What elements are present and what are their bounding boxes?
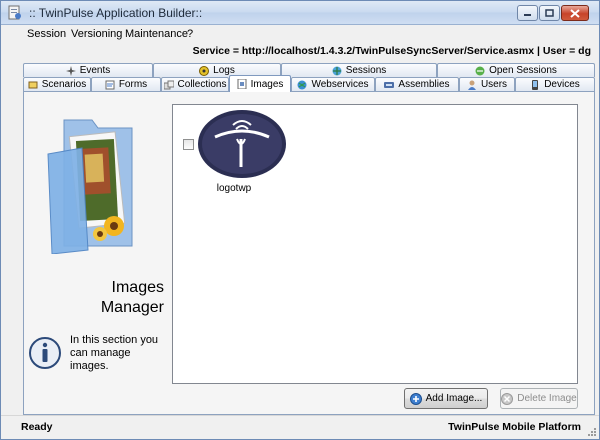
info-icon [29, 337, 61, 369]
assemblies-icon [384, 81, 395, 88]
tab-open-sessions[interactable]: Open Sessions [437, 63, 595, 77]
add-icon [409, 392, 422, 405]
maximize-icon [545, 9, 554, 17]
minimize-icon [524, 14, 531, 16]
menu-bar: Session Versioning Maintenance ? [1, 25, 599, 43]
minimize-button[interactable] [517, 5, 538, 21]
image-label: logotwp [216, 183, 252, 194]
close-icon [570, 8, 580, 18]
tab-events[interactable]: Events [23, 63, 153, 77]
info-description: In this section you can manage images. [70, 334, 159, 372]
tab-images[interactable]: Images [229, 75, 291, 92]
images-panel: Images Manager In this section you can m… [23, 91, 595, 415]
folder-illustration [47, 119, 133, 254]
collections-icon [163, 80, 174, 89]
devices-icon [532, 79, 539, 90]
images-icon [237, 79, 247, 89]
open-sessions-icon [475, 66, 485, 75]
app-window: :: TwinPulse Application Builder:: Sessi… [0, 0, 600, 440]
status-text: Ready [21, 421, 53, 433]
add-image-button[interactable]: Add Image... [404, 388, 488, 409]
tab-label: Users [480, 79, 508, 90]
webservices-icon [297, 80, 307, 89]
manager-title-line1: Images [111, 279, 164, 296]
tab-forms[interactable]: Forms [91, 77, 161, 91]
tab-label: Scenarios [41, 79, 87, 90]
tab-users[interactable]: Users [459, 77, 515, 91]
tab-collections[interactable]: Collections [161, 77, 229, 91]
tab-row-bottom: Scenarios Forms Collections Images Webse… [23, 75, 595, 92]
tab-label: Assemblies [398, 79, 450, 90]
tab-assemblies[interactable]: Assemblies [375, 77, 459, 91]
tab-sessions[interactable]: Sessions [281, 63, 437, 77]
manager-title: Images Manager [82, 278, 164, 318]
image-list: logotwp [172, 104, 578, 384]
menu-help[interactable]: ? [187, 28, 193, 40]
title-bar: :: TwinPulse Application Builder:: [1, 1, 599, 25]
platform-label: TwinPulse Mobile Platform [448, 421, 581, 433]
events-icon [65, 65, 76, 76]
app-icon [8, 5, 21, 20]
tab-label: Events [79, 65, 111, 76]
delete-image-label: Delete Image [517, 393, 577, 404]
tab-label: Sessions [345, 65, 387, 76]
maximize-button[interactable] [539, 5, 560, 21]
forms-icon [105, 80, 115, 89]
scenarios-icon [28, 81, 38, 88]
tab-devices[interactable]: Devices [515, 77, 595, 91]
menu-maintenance[interactable]: Maintenance [125, 28, 188, 40]
tab-scenarios[interactable]: Scenarios [23, 77, 91, 91]
window-title: :: TwinPulse Application Builder:: [29, 6, 203, 20]
resize-grip-icon[interactable] [587, 427, 597, 437]
tab-row-top: Events Logs Sessions Open Sessions [23, 63, 595, 77]
logs-icon [199, 65, 210, 76]
menu-session[interactable]: Session [27, 28, 66, 40]
tab-label: Devices [544, 79, 580, 90]
tab-label: Forms [118, 79, 148, 90]
delete-icon [501, 392, 514, 405]
close-button[interactable] [561, 5, 589, 21]
tab-label: Images [250, 78, 284, 90]
manager-title-line2: Manager [100, 299, 164, 316]
image-thumbnail[interactable] [197, 109, 287, 179]
users-icon [467, 80, 476, 90]
service-info: Service = http://localhost/1.4.3.2/TwinP… [192, 45, 591, 57]
info-bar: Service = http://localhost/1.4.3.2/TwinP… [1, 43, 599, 59]
add-image-label: Add Image... [425, 393, 483, 404]
image-checkbox[interactable] [183, 139, 194, 150]
delete-image-button[interactable]: Delete Image [500, 388, 578, 409]
tab-label: Webservices [311, 79, 369, 90]
menu-versioning[interactable]: Versioning [71, 28, 122, 40]
status-bar: Ready TwinPulse Mobile Platform [1, 415, 599, 439]
tab-webservices[interactable]: Webservices [291, 77, 375, 91]
sessions-icon [332, 66, 342, 75]
tab-label: Collections [177, 79, 227, 90]
tab-label: Open Sessions [489, 65, 557, 76]
window-controls [517, 5, 589, 21]
